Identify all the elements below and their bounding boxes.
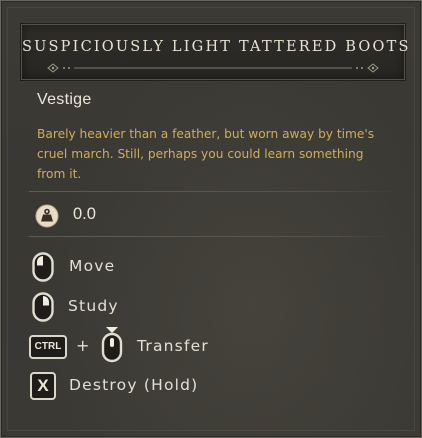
title-banner: SUSPICIOUSLY LIGHT TATTERED BOOTS [21,24,411,80]
action-label: Transfer [137,337,209,355]
divider [29,236,397,237]
ctrl-key: CTRL [29,335,67,359]
item-type: Vestige [37,91,92,108]
divider [29,191,397,192]
mouse-left-click-icon [32,252,54,282]
item-tooltip: SUSPICIOUSLY LIGHT TATTERED BOOTS Vestig… [0,0,422,438]
mouse-middle-click-icon [101,327,123,363]
action-destroy: X Destroy (Hold) [1,370,401,402]
item-description: Barely heavier than a feather, but worn … [37,127,375,181]
action-move: Move [1,251,401,283]
mouse-right-click-icon [32,292,54,322]
action-label: Destroy (Hold) [69,376,199,394]
action-study: Study [1,291,401,323]
weight-value: 0.0 [73,205,96,223]
action-transfer: CTRL + Transfer [1,327,401,363]
plus-sign: + [76,336,90,355]
title-ornament-icon [47,63,379,73]
weight-icon [35,204,59,228]
action-label: Study [68,297,119,315]
item-name: SUSPICIOUSLY LIGHT TATTERED BOOTS [22,39,411,55]
x-key: X [30,372,56,400]
action-label: Move [69,257,116,275]
